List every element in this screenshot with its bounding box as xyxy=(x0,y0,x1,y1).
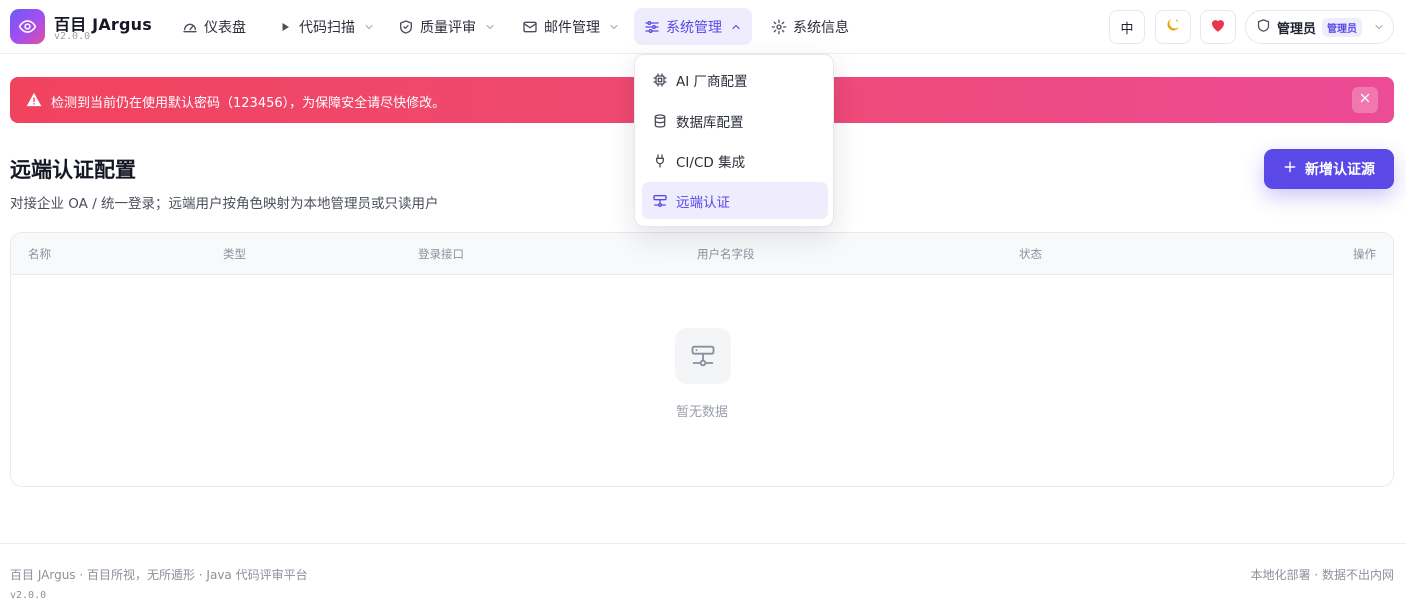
add-auth-source-button[interactable]: 新增认证源 xyxy=(1264,149,1394,189)
menu-item-label: 数据库配置 xyxy=(676,114,744,131)
chevron-down-icon xyxy=(608,21,620,33)
menu-item-label: 远端认证 xyxy=(676,194,730,211)
gauge-icon xyxy=(182,19,198,35)
chevron-up-icon xyxy=(730,21,742,33)
nav-label: 邮件管理 xyxy=(544,19,600,36)
chevron-down-icon xyxy=(1373,21,1385,33)
mail-icon xyxy=(522,19,538,35)
column-header-type: 类型 xyxy=(223,247,246,261)
plug-icon xyxy=(652,153,668,169)
nav-label: 仪表盘 xyxy=(204,19,246,36)
nav-code-scan[interactable]: 代码扫描 xyxy=(267,8,385,45)
empty-state-icon xyxy=(675,328,731,384)
database-icon xyxy=(652,113,668,129)
alert-close-button[interactable] xyxy=(1352,87,1378,113)
nav-label: 代码扫描 xyxy=(299,19,355,36)
nav-label: 系统管理 xyxy=(666,19,722,36)
plus-icon xyxy=(1283,160,1297,178)
chip-icon xyxy=(652,72,668,88)
add-button-label: 新增认证源 xyxy=(1305,162,1375,178)
user-menu[interactable]: 管理员 管理员 xyxy=(1245,10,1394,44)
top-navbar: 百目 JArgus v2.0.0 仪表盘 代码扫描 质量评审 邮件管理 系统管理… xyxy=(0,0,1406,54)
brand-version: v2.0.0 xyxy=(54,31,91,42)
menu-item-database[interactable]: 数据库配置 xyxy=(642,102,828,139)
menu-item-label: CI/CD 集成 xyxy=(676,154,746,171)
system-management-menu: AI 厂商配置 数据库配置 CI/CD 集成 远端认证 xyxy=(634,54,834,227)
moon-icon xyxy=(1164,16,1182,38)
nav-mail-management[interactable]: 邮件管理 xyxy=(512,8,630,45)
column-header-name: 名称 xyxy=(28,247,51,261)
nav-dashboard[interactable]: 仪表盘 xyxy=(172,8,256,45)
change-password-button[interactable]: 修改密码 xyxy=(473,166,542,188)
warning-icon xyxy=(26,92,42,111)
column-header-username-field: 用户名字段 xyxy=(697,247,755,261)
favorite-button[interactable] xyxy=(1200,10,1236,44)
table-header: 名称 类型 登录接口 用户名字段 状态 操作 xyxy=(11,233,1393,275)
page-subtitle: 对接企业 OA / 统一登录；远端用户按角色映射为本地管理员或只读用户 xyxy=(10,196,439,212)
footer-deploy-note: 本地化部署 · 数据不出内网 xyxy=(1250,568,1394,582)
nav-system-info[interactable]: 系统信息 xyxy=(761,8,859,45)
auth-source-table: 名称 类型 登录接口 用户名字段 状态 操作 暂无数据 xyxy=(10,232,1394,487)
eye-icon xyxy=(18,20,37,33)
chevron-down-icon xyxy=(363,21,375,33)
chevron-down-icon xyxy=(484,21,496,33)
column-header-actions: 操作 xyxy=(1353,247,1376,261)
menu-item-remote-auth[interactable]: 远端认证 xyxy=(642,182,828,219)
shield-user-icon xyxy=(1256,18,1271,37)
gear-icon xyxy=(771,19,787,35)
empty-state-text: 暂无数据 xyxy=(675,405,728,420)
nav-system-management[interactable]: 系统管理 xyxy=(634,8,752,45)
heart-icon xyxy=(1209,16,1227,38)
shield-icon xyxy=(398,19,414,35)
language-label: 中 xyxy=(1120,21,1134,37)
play-icon xyxy=(277,19,293,35)
user-name: 管理员 xyxy=(1277,21,1317,37)
nav-label: 质量评审 xyxy=(420,19,476,36)
column-header-status: 状态 xyxy=(1019,247,1042,261)
role-badge: 管理员 xyxy=(1322,17,1363,37)
server-icon xyxy=(652,193,668,209)
nav-quality-review[interactable]: 质量评审 xyxy=(388,8,506,45)
footer-version: v2.0.0 xyxy=(10,590,47,601)
footer-divider xyxy=(0,543,1406,544)
menu-item-label: AI 厂商配置 xyxy=(676,73,748,90)
close-icon xyxy=(1359,92,1371,108)
sliders-icon xyxy=(644,19,660,35)
column-header-login-endpoint: 登录接口 xyxy=(418,247,464,261)
footer-tagline: 百目 JArgus · 百目所视，无所遁形 · Java 代码评审平台 xyxy=(10,568,308,582)
menu-item-cicd[interactable]: CI/CD 集成 xyxy=(642,142,828,179)
logo[interactable] xyxy=(10,9,45,44)
alert-message: 检测到当前仍在使用默认密码（123456），为保障安全请尽快修改。 xyxy=(51,96,446,111)
theme-toggle[interactable] xyxy=(1155,10,1191,44)
menu-item-ai-vendor[interactable]: AI 厂商配置 xyxy=(642,61,828,98)
language-toggle[interactable]: 中 xyxy=(1109,10,1145,44)
nav-label: 系统信息 xyxy=(793,19,849,36)
page-title: 远端认证配置 xyxy=(10,158,136,182)
